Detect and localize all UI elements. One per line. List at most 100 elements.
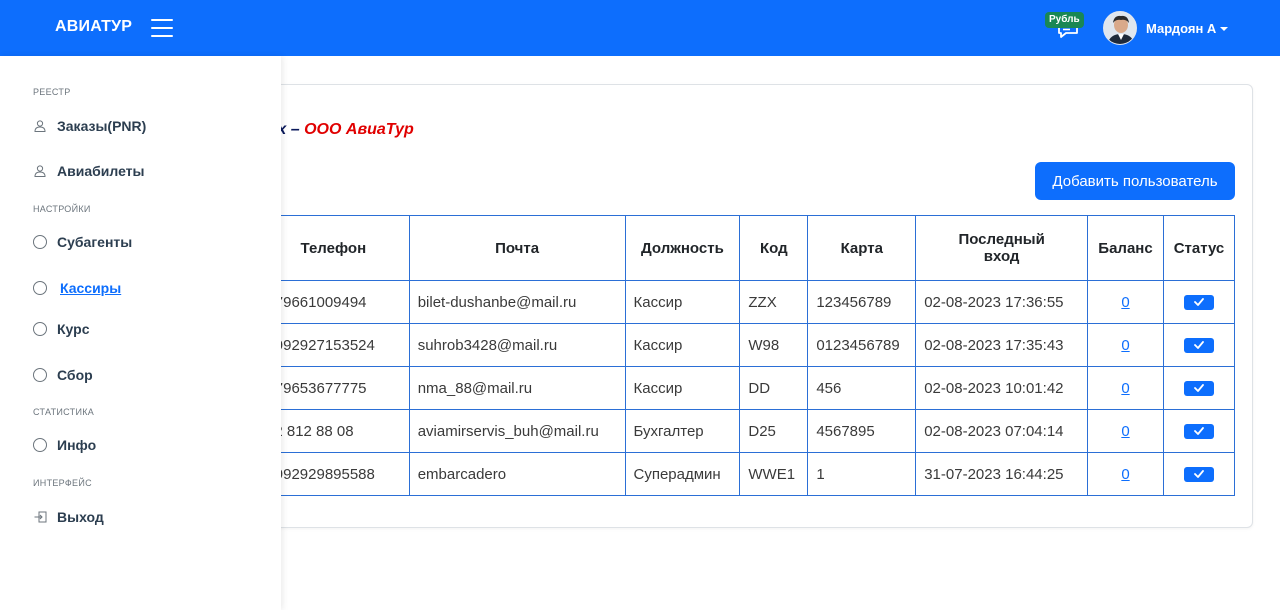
last-login-cell: 02-08-2023 17:36:55 <box>915 280 1089 324</box>
card-cell: 1 <box>807 452 917 496</box>
hamburger-icon[interactable] <box>151 19 173 37</box>
status-cell <box>1162 323 1236 367</box>
sidebar-item-tickets[interactable]: Авиабилеты <box>33 163 145 179</box>
table-row: +992929895588 embarcadero Суперадмин WWE1 1 3… <box>257 452 1236 496</box>
card-cell: 456 <box>807 366 917 410</box>
code-cell: W98 <box>739 323 809 367</box>
card-cell: 4567895 <box>807 409 917 453</box>
card-cell: 123456789 <box>807 280 917 324</box>
balance-cell: 0 <box>1087 452 1164 496</box>
currency-badge: Рубль <box>1045 12 1084 28</box>
email-cell: aviamirservis_buh@mail.ru <box>408 409 626 453</box>
section-settings: НАСТРОЙКИ <box>33 204 91 214</box>
column-header-label: Последный <box>958 231 1045 248</box>
column-header-position[interactable]: Должность <box>624 215 741 281</box>
sidebar-item-subagents[interactable]: Субагенты <box>33 234 132 250</box>
position-cell: Суперадмин <box>624 452 741 496</box>
balance-link[interactable]: 0 <box>1121 380 1129 397</box>
circle-icon <box>33 281 47 295</box>
users-table: Телефон Почта Должность Код Карта Послед… <box>257 215 1236 496</box>
sidebar: РЕЕСТР Заказы(PNR) Авиабилеты НАСТРОЙКИ … <box>0 56 281 610</box>
balance-cell: 0 <box>1087 366 1164 410</box>
balance-cell: 0 <box>1087 280 1164 324</box>
logout-icon <box>33 510 47 524</box>
column-header-status[interactable]: Статус <box>1162 215 1236 281</box>
position-cell: Кассир <box>624 366 741 410</box>
company-name: ООО АвиаТур <box>304 121 414 138</box>
table-row: +992927153524 suhrob3428@mail.ru Кассир W98… <box>257 323 1236 367</box>
section-interface: ИНТЕРФЕЙС <box>33 478 92 488</box>
check-icon <box>1194 384 1204 392</box>
check-icon <box>1194 427 1204 435</box>
sidebar-item-rate[interactable]: Курс <box>33 321 89 337</box>
code-cell: D25 <box>739 409 809 453</box>
sidebar-item-logout[interactable]: Выход <box>33 509 104 525</box>
column-header-last-login[interactable]: Последный вход <box>915 215 1089 281</box>
page-title: ях – ООО АвиаТур <box>268 121 414 139</box>
sidebar-item-fee[interactable]: Сбор <box>33 367 93 383</box>
balance-cell: 0 <box>1087 323 1164 367</box>
sidebar-item-label: Авиабилеты <box>57 163 145 179</box>
code-cell: WWE1 <box>739 452 809 496</box>
section-statistics: СТАТИСТИКА <box>33 407 95 417</box>
email-cell: suhrob3428@mail.ru <box>408 323 626 367</box>
sidebar-item-cashiers[interactable]: Кассиры <box>33 280 121 296</box>
sidebar-item-label: Сбор <box>57 367 93 383</box>
status-toggle[interactable] <box>1183 338 1214 354</box>
position-cell: Бухгалтер <box>624 409 741 453</box>
circle-icon <box>33 235 47 249</box>
sidebar-item-label: Выход <box>57 509 104 525</box>
brand-logo[interactable]: АВИАТУР <box>55 18 132 36</box>
table-row: 92 812 88 08 aviamirservis_buh@mail.ru Бух… <box>257 409 1236 453</box>
email-cell: bilet-dushanbe@mail.ru <box>408 280 626 324</box>
status-toggle[interactable] <box>1183 381 1214 397</box>
balance-link[interactable]: 0 <box>1121 423 1129 440</box>
user-icon <box>33 164 47 178</box>
column-header-card[interactable]: Карта <box>807 215 917 281</box>
balance-cell: 0 <box>1087 409 1164 453</box>
balance-link[interactable]: 0 <box>1121 337 1129 354</box>
column-header-code[interactable]: Код <box>739 215 809 281</box>
check-icon <box>1194 341 1204 349</box>
sidebar-item-label: Заказы(PNR) <box>57 118 147 134</box>
card-cell: 0123456789 <box>807 323 917 367</box>
status-cell <box>1162 280 1236 324</box>
last-login-cell: 02-08-2023 10:01:42 <box>915 366 1089 410</box>
table-row: +79661009494 bilet-dushanbe@mail.ru Кассир… <box>257 280 1236 324</box>
status-toggle[interactable] <box>1183 467 1214 483</box>
circle-icon <box>33 368 47 382</box>
status-cell <box>1162 366 1236 410</box>
last-login-cell: 02-08-2023 17:35:43 <box>915 323 1089 367</box>
email-cell: nma_88@mail.ru <box>408 366 626 410</box>
last-login-cell: 02-08-2023 07:04:14 <box>915 409 1089 453</box>
table-body: +79661009494 bilet-dushanbe@mail.ru Кассир… <box>257 280 1236 496</box>
status-toggle[interactable] <box>1183 424 1214 440</box>
sidebar-item-label: Субагенты <box>57 234 133 250</box>
code-cell: ZZX <box>739 280 809 324</box>
user-menu[interactable]: Мардоян А <box>1146 21 1229 36</box>
table-row: +79653677775 nma_88@mail.ru Кассир DD 456 02-… <box>257 366 1236 410</box>
table-header-row: Телефон Почта Должность Код Карта Послед… <box>257 215 1236 281</box>
status-toggle[interactable] <box>1183 295 1214 311</box>
sidebar-item-label: Кассиры <box>60 280 122 296</box>
email-cell: embarcadero <box>408 452 626 496</box>
last-login-cell: 31-07-2023 16:44:25 <box>915 452 1089 496</box>
sidebar-item-orders[interactable]: Заказы(PNR) <box>33 118 146 134</box>
add-user-button[interactable]: Добавить пользователь <box>1035 162 1235 200</box>
balance-link[interactable]: 0 <box>1121 294 1129 311</box>
sidebar-item-info[interactable]: Инфо <box>33 437 96 453</box>
balance-link[interactable]: 0 <box>1121 466 1129 483</box>
position-cell: Кассир <box>624 323 741 367</box>
chat-icon[interactable]: Рубль <box>1044 10 1088 44</box>
column-header-balance[interactable]: Баланс <box>1087 215 1164 281</box>
column-header-email[interactable]: Почта <box>408 215 626 281</box>
chevron-down-icon <box>1220 27 1229 31</box>
position-cell: Кассир <box>624 280 741 324</box>
avatar[interactable] <box>1103 11 1137 45</box>
status-cell <box>1162 409 1236 453</box>
sidebar-item-label: Инфо <box>57 437 97 453</box>
user-name-label: Мардоян А <box>1146 21 1217 36</box>
circle-icon <box>33 322 47 336</box>
check-icon <box>1194 470 1204 478</box>
status-cell <box>1162 452 1236 496</box>
